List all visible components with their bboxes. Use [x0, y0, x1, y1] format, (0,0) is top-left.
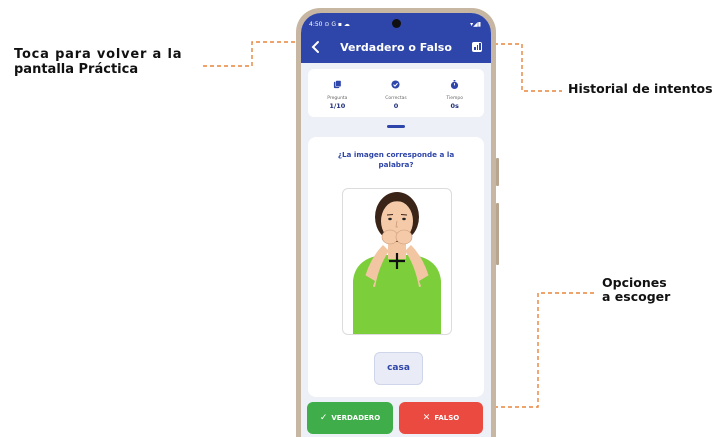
app-screen: 4:50 ⊙ G ▪ ☁ ▾◢▮ Verdadero o Falso Pregu… — [301, 13, 491, 437]
question-text: ¿La imagen corresponde a la palabra? — [337, 150, 455, 170]
stopwatch-icon — [451, 79, 459, 89]
status-right-icons: ▾◢▮ — [470, 20, 481, 28]
page-title: Verdadero o Falso — [340, 41, 452, 54]
status-time: 4:50 — [309, 20, 323, 28]
connector-options — [487, 292, 596, 408]
back-button[interactable] — [309, 40, 323, 54]
stat-correct: Correctas 0 — [372, 77, 420, 110]
stat-time-label: Tiempo — [446, 95, 463, 101]
app-header: 4:50 ⊙ G ▪ ☁ ▾◢▮ Verdadero o Falso — [301, 13, 491, 63]
chevron-left-icon — [311, 41, 319, 53]
sign-language-illustration — [353, 192, 441, 334]
front-camera — [392, 19, 401, 28]
phone-device: 4:50 ⊙ G ▪ ☁ ▾◢▮ Verdadero o Falso Pregu… — [296, 8, 499, 437]
cards-icon — [333, 79, 342, 88]
word-card: casa — [374, 352, 423, 385]
stat-time: Tiempo 0s — [431, 77, 479, 110]
stat-question-value: 1/10 — [329, 101, 346, 110]
status-icons: ⊙ G ▪ ☁ — [324, 20, 350, 28]
sign-image-frame — [342, 188, 452, 335]
check-circle-icon — [391, 79, 401, 89]
stat-correct-value: 0 — [393, 101, 399, 110]
question-card: ¿La imagen corresponde a la palabra? cas… — [308, 137, 484, 397]
connector-back — [203, 41, 305, 67]
stat-question-label: Pregunta — [327, 95, 348, 101]
stat-correct-label: Correctas — [385, 95, 407, 101]
false-button-label: FALSO — [434, 414, 460, 422]
close-icon: ✕ — [422, 413, 431, 423]
volume-button — [496, 158, 499, 186]
power-button — [496, 203, 499, 265]
check-icon: ✓ — [319, 413, 328, 423]
stat-time-value: 0s — [450, 101, 459, 110]
connector-history — [487, 43, 562, 92]
true-button[interactable]: ✓ VERDADERO — [307, 402, 393, 434]
stat-question: Pregunta 1/10 — [313, 77, 361, 110]
drag-handle[interactable] — [387, 125, 405, 128]
false-button[interactable]: ✕ FALSO — [399, 402, 483, 434]
stats-card: Pregunta 1/10 Correctas 0 Tiempo 0s — [308, 69, 484, 117]
history-button[interactable] — [472, 42, 482, 52]
true-button-label: VERDADERO — [331, 414, 381, 422]
